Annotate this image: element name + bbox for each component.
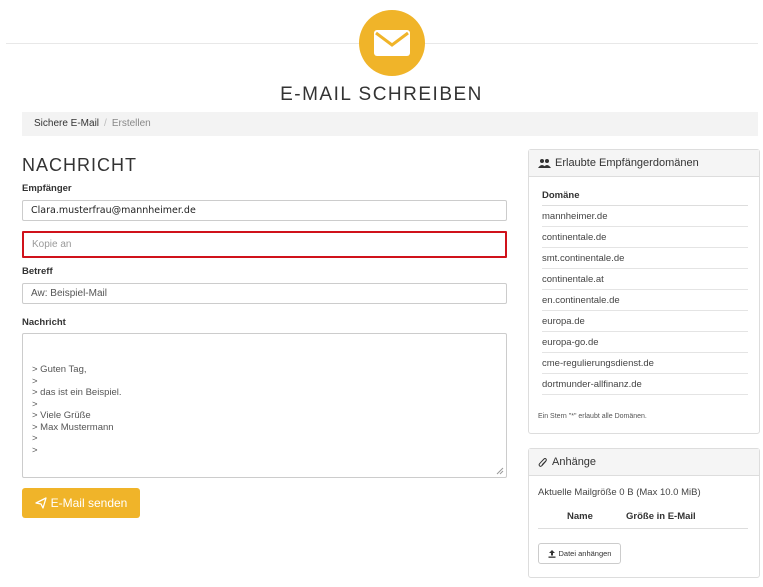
- attachments-panel-heading: Anhänge: [529, 449, 759, 476]
- paper-plane-icon: [34, 497, 47, 509]
- domains-panel-title: Erlaubte Empfängerdomänen: [555, 157, 699, 169]
- breadcrumb-separator: /: [104, 118, 107, 129]
- envelope-icon: [374, 30, 410, 56]
- send-email-button[interactable]: E-Mail senden: [22, 488, 140, 518]
- page-title: E-MAIL SCHREIBEN: [280, 84, 483, 105]
- domain-item: mannheimer.de: [542, 206, 748, 227]
- attachments-panel-title: Anhänge: [552, 456, 597, 468]
- subject-input[interactable]: Aw: Beispiel-Mail: [22, 283, 507, 304]
- cc-input[interactable]: Kopie an: [22, 231, 507, 258]
- message-line: > Guten Tag,: [32, 364, 87, 375]
- domain-item: cme-regulierungsdienst.de: [542, 353, 748, 374]
- domains-note: Ein Stern "*" erlaubt alle Domänen.: [538, 413, 647, 420]
- mail-size-text: Aktuelle Mailgröße 0 B (Max 10.0 MiB): [538, 487, 701, 498]
- attachments-column-size: Größe in E-Mail: [626, 511, 696, 522]
- breadcrumb: Sichere E-Mail / Erstellen: [22, 112, 758, 136]
- section-title: NACHRICHT: [22, 155, 137, 175]
- message-line: > Viele Grüße: [32, 410, 91, 421]
- message-textarea[interactable]: > Guten Tag, > > das ist ein Beispiel. >…: [22, 333, 507, 478]
- message-line: >: [32, 433, 38, 444]
- resize-handle-icon[interactable]: [496, 467, 504, 475]
- paperclip-icon: [538, 457, 547, 467]
- subject-label: Betreff: [22, 266, 53, 277]
- breadcrumb-current: Erstellen: [111, 118, 151, 129]
- message-line: >: [32, 444, 38, 456]
- attach-file-label: Datei anhängen: [558, 549, 612, 558]
- send-button-label: E-Mail senden: [50, 496, 128, 510]
- domain-item: dortmunder-allfinanz.de: [542, 374, 748, 395]
- recipient-input[interactable]: Clara.musterfrau@mannheimer.de: [22, 200, 507, 221]
- message-line: >: [32, 375, 38, 387]
- domain-item: smt.continentale.de: [542, 248, 748, 269]
- allowed-domains-panel: Erlaubte Empfängerdomänen Domäne mannhei…: [528, 149, 760, 434]
- domain-column-header: Domäne: [542, 190, 748, 206]
- upload-icon: [548, 549, 556, 558]
- domain-item: europa-go.de: [542, 332, 748, 353]
- message-label: Nachricht: [22, 317, 66, 328]
- attachments-column-name: Name: [567, 511, 593, 522]
- domain-item: continentale.de: [542, 227, 748, 248]
- users-icon: [538, 159, 551, 168]
- recipient-label: Empfänger: [22, 183, 72, 194]
- message-line: > Max Mustermann: [32, 421, 114, 433]
- attachments-table-header: Name Größe in E-Mail: [538, 507, 748, 529]
- domain-item: en.continentale.de: [542, 290, 748, 311]
- attach-file-button[interactable]: Datei anhängen: [538, 543, 621, 564]
- message-line: >: [32, 398, 38, 410]
- logo: [359, 10, 425, 76]
- domains-panel-heading: Erlaubte Empfängerdomänen: [529, 150, 759, 177]
- domain-item: europa.de: [542, 311, 748, 332]
- breadcrumb-link-sichere-email[interactable]: Sichere E-Mail: [34, 118, 99, 129]
- message-line: > das ist ein Beispiel.: [32, 387, 122, 398]
- domain-item: continentale.at: [542, 269, 748, 290]
- attachments-panel: Anhänge Aktuelle Mailgröße 0 B (Max 10.0…: [528, 448, 760, 578]
